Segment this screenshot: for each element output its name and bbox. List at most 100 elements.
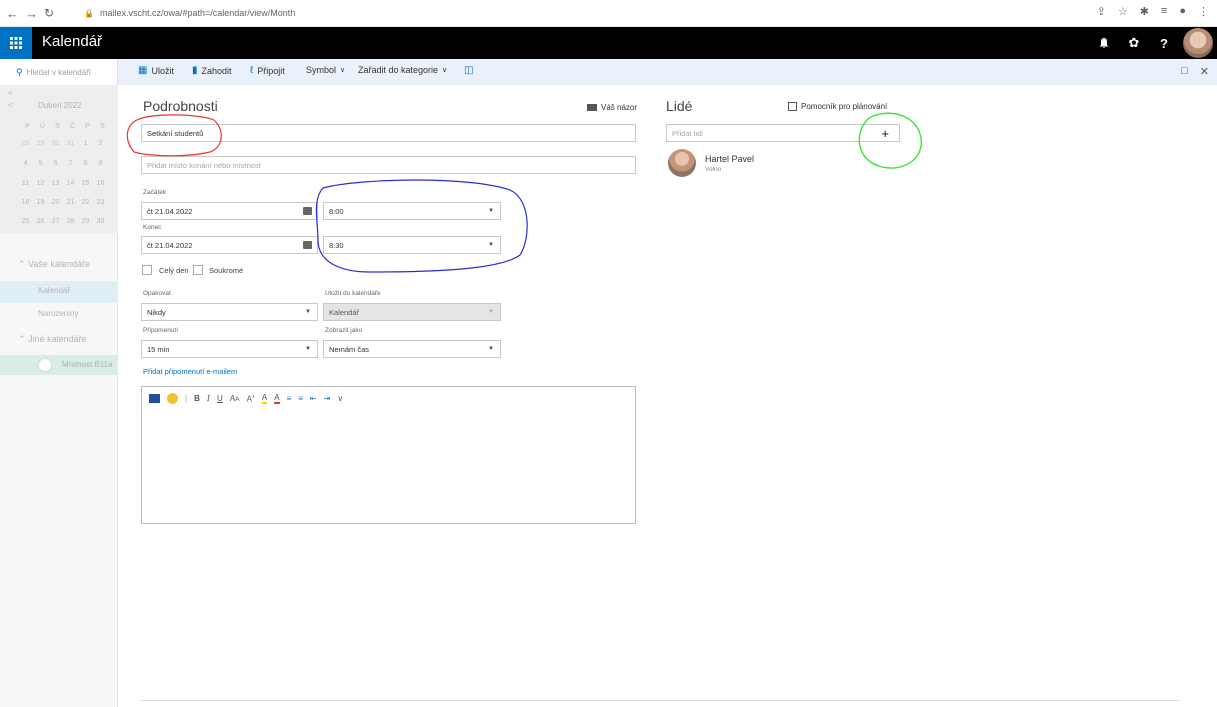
- day-cell[interactable]: 23: [93, 199, 108, 206]
- day-cell[interactable]: 20: [48, 199, 63, 206]
- symbol-dropdown[interactable]: Symbol ∨: [306, 65, 345, 75]
- close-icon[interactable]: ✕: [1200, 65, 1209, 78]
- font-grow-icon[interactable]: A+: [247, 394, 255, 404]
- day-cell[interactable]: 21: [63, 199, 78, 206]
- chevron-down-icon[interactable]: ∨: [337, 394, 343, 403]
- user-avatar[interactable]: [1183, 28, 1213, 58]
- chevron-up-icon: ⌃: [18, 259, 26, 269]
- back-icon[interactable]: ←: [6, 6, 19, 21]
- location-input[interactable]: Přidat místo konání nebo místnost: [141, 156, 636, 174]
- add-person-button[interactable]: +: [881, 126, 889, 141]
- italic-icon[interactable]: I: [207, 394, 210, 403]
- app-launcher-button[interactable]: [0, 27, 32, 59]
- day-cell[interactable]: 22: [78, 199, 93, 206]
- emoji-icon[interactable]: [167, 393, 178, 404]
- collapse-icon[interactable]: «: [8, 88, 12, 97]
- day-cell[interactable]: 5: [33, 160, 48, 167]
- calendar-item-birthdays[interactable]: Narozeniny: [38, 309, 78, 318]
- increase-indent-icon[interactable]: ⇥: [324, 394, 331, 403]
- day-cell[interactable]: 30: [48, 140, 63, 147]
- attendee-name[interactable]: Hartel Pavel: [705, 154, 754, 164]
- your-calendars-header[interactable]: ⌃ Vaše kalendáře: [18, 259, 90, 270]
- highlight-icon[interactable]: A: [261, 393, 268, 404]
- end-time-select[interactable]: 8:30 ▼: [323, 236, 501, 254]
- private-checkbox[interactable]: [193, 265, 203, 275]
- forward-icon[interactable]: →: [25, 6, 38, 21]
- help-label: ?: [1160, 35, 1168, 51]
- profile-icon[interactable]: ●: [1179, 5, 1186, 18]
- day-cell[interactable]: 2: [93, 140, 108, 147]
- scheduling-assistant-button[interactable]: Pomocník pro plánování: [788, 102, 887, 111]
- day-cell[interactable]: 28: [63, 218, 78, 225]
- attach-button[interactable]: ℓ Připojit: [250, 65, 285, 76]
- day-cell[interactable]: 14: [63, 180, 78, 187]
- settings-button[interactable]: ✿: [1119, 27, 1149, 59]
- menu-icon[interactable]: ⋮: [1198, 5, 1209, 18]
- event-title-input[interactable]: Setkání studentů: [141, 124, 636, 142]
- day-cell[interactable]: 25: [18, 218, 33, 225]
- day-cell[interactable]: 15: [78, 180, 93, 187]
- week-row: 18 19 20 21 22 23: [18, 199, 108, 206]
- calendar-icon[interactable]: [303, 207, 312, 215]
- other-calendars-header[interactable]: ⌃ Jiné kalendáře: [18, 334, 87, 345]
- bold-icon[interactable]: B: [194, 394, 200, 403]
- popout-icon[interactable]: □: [1181, 65, 1188, 78]
- day-cell[interactable]: 26: [33, 218, 48, 225]
- day-cell[interactable]: 29: [33, 140, 48, 147]
- waffle-icon: [10, 37, 22, 49]
- show-as-select[interactable]: Nemám čas ▼: [323, 340, 501, 358]
- extensions-icon[interactable]: ✱: [1140, 5, 1149, 18]
- calendar-item-room[interactable]: Místnost B11a: [0, 355, 118, 375]
- add-email-reminder-link[interactable]: Přidat připomenutí e-mailem: [143, 367, 237, 376]
- save-button[interactable]: ▦ Uložit: [138, 65, 174, 76]
- calendar-item-kalendar[interactable]: Kalendář: [38, 286, 70, 295]
- categorize-dropdown[interactable]: Zařadit do kategorie ∨: [358, 65, 447, 75]
- day-cell[interactable]: 11: [18, 180, 33, 187]
- day-cell[interactable]: 31: [63, 140, 78, 147]
- numbered-list-icon[interactable]: ≡: [298, 394, 303, 403]
- start-date-input[interactable]: čt 21.04.2022: [141, 202, 318, 220]
- add-people-input[interactable]: Přidat lidi +: [666, 124, 900, 142]
- bullet-list-icon[interactable]: ≡: [287, 394, 292, 403]
- discard-button[interactable]: ▮ Zahodit: [192, 65, 232, 76]
- underline-icon[interactable]: U: [217, 394, 223, 403]
- share-icon[interactable]: ⇪: [1097, 5, 1106, 18]
- reload-icon[interactable]: ↻: [44, 6, 54, 20]
- day-cell[interactable]: 18: [18, 199, 33, 206]
- star-icon[interactable]: ☆: [1118, 5, 1128, 18]
- repeat-select[interactable]: Nikdy ▼: [141, 303, 318, 321]
- reading-list-icon[interactable]: ≡: [1161, 5, 1167, 18]
- end-date-input[interactable]: čt 21.04.2022: [141, 236, 318, 254]
- day-cell[interactable]: 27: [48, 218, 63, 225]
- day-cell[interactable]: 7: [63, 160, 78, 167]
- day-cell[interactable]: 1: [78, 140, 93, 147]
- decrease-indent-icon[interactable]: ⇤: [310, 394, 317, 403]
- calendar-icon[interactable]: [303, 241, 312, 249]
- prev-month-icon[interactable]: <: [8, 100, 13, 110]
- day-cell[interactable]: 4: [18, 160, 33, 167]
- day-cell[interactable]: 29: [78, 218, 93, 225]
- font-color-icon[interactable]: A: [274, 393, 280, 404]
- description-editor[interactable]: | B I U AA A+ A A ≡ ≡ ⇤ ⇥ ∨: [141, 386, 636, 524]
- help-button[interactable]: ?: [1149, 27, 1179, 59]
- separator: |: [185, 394, 188, 403]
- day-cell[interactable]: 12: [33, 180, 48, 187]
- font-size-icon[interactable]: AA: [230, 394, 240, 403]
- day-cell[interactable]: 30: [93, 218, 108, 225]
- day-cell[interactable]: 28: [18, 140, 33, 147]
- notifications-button[interactable]: [1089, 27, 1119, 59]
- more-options-button[interactable]: ◫: [464, 65, 473, 76]
- search-input[interactable]: ⚲ Hledat v kalendáři: [0, 59, 118, 85]
- address-bar[interactable]: 🔒 mailex.vscht.cz/owa/#path=/calendar/vi…: [84, 4, 295, 22]
- reminder-select[interactable]: 15 min ▼: [141, 340, 318, 358]
- day-cell[interactable]: 8: [78, 160, 93, 167]
- insert-image-icon[interactable]: [149, 394, 160, 403]
- start-time-select[interactable]: 8:00 ▼: [323, 202, 501, 220]
- day-cell[interactable]: 9: [93, 160, 108, 167]
- all-day-checkbox[interactable]: [142, 265, 152, 275]
- day-cell[interactable]: 19: [33, 199, 48, 206]
- feedback-button[interactable]: Váš názor: [587, 103, 637, 112]
- day-cell[interactable]: 16: [93, 180, 108, 187]
- day-cell[interactable]: 13: [48, 180, 63, 187]
- day-cell[interactable]: 6: [48, 160, 63, 167]
